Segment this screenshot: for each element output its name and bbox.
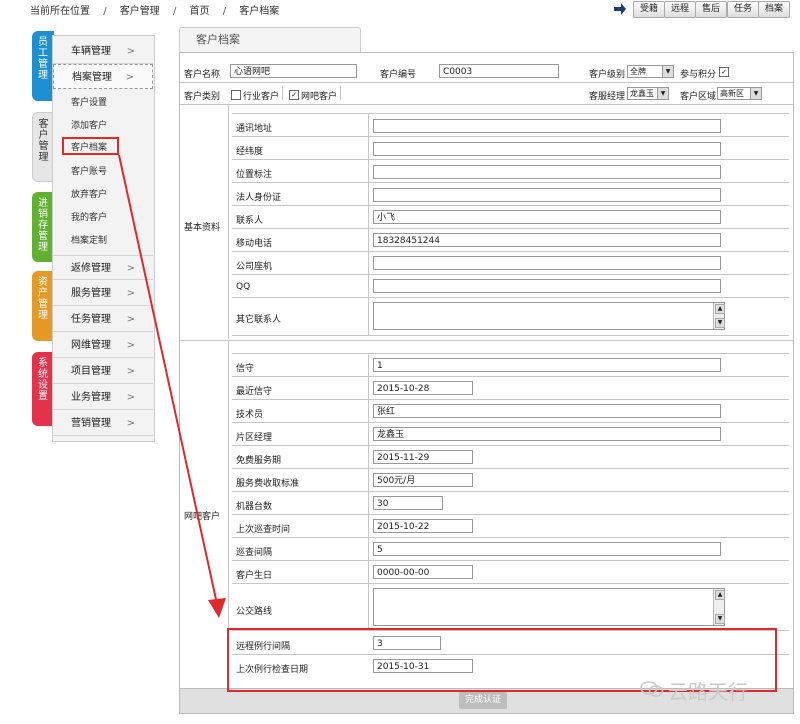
annotation-arrow-icon — [118, 154, 226, 618]
watermark-text: 云路天行 — [668, 680, 748, 704]
wechat-icon — [640, 681, 664, 697]
